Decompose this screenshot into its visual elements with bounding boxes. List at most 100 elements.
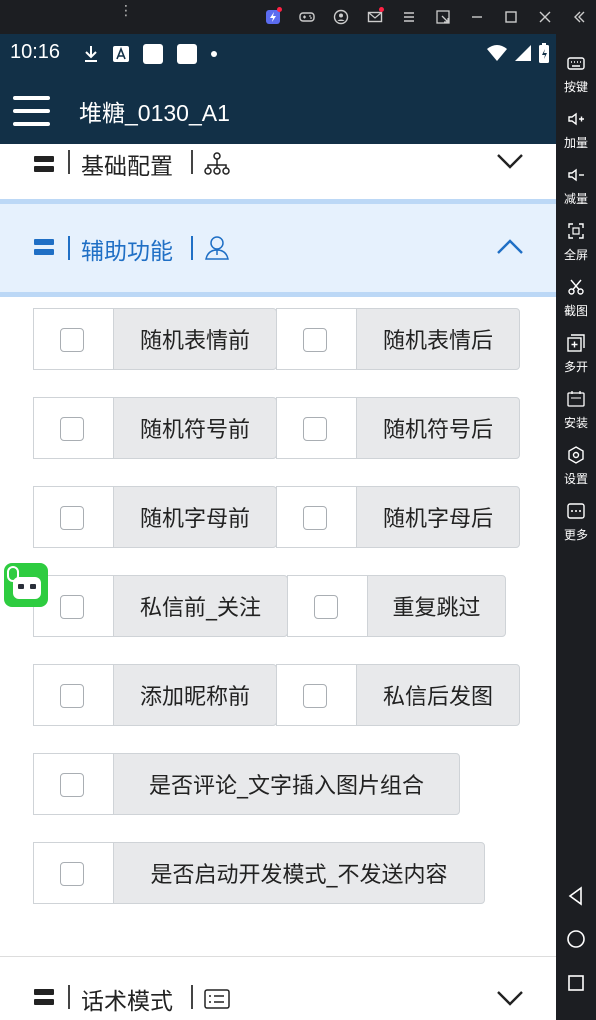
section-basic-config[interactable]: 基础配置 [0, 144, 556, 196]
floating-bot-icon[interactable] [4, 563, 48, 607]
app-title: 堆糖_0130_A1 [79, 100, 230, 126]
account-icon[interactable] [324, 0, 358, 34]
checkbox[interactable] [314, 595, 338, 619]
volume-down-button[interactable]: 减量 [556, 160, 596, 216]
gear-icon [568, 446, 584, 464]
checkbox[interactable] [60, 328, 84, 352]
menu-icon[interactable] [13, 96, 50, 126]
volume-up-icon [568, 112, 584, 126]
volume-up-button[interactable]: 加量 [556, 104, 596, 160]
checkbox[interactable] [60, 595, 84, 619]
app-bar: 堆糖_0130_A1 [0, 72, 556, 144]
settings-button[interactable]: 设置 [556, 440, 596, 496]
install-apk-button[interactable]: 安装 [556, 384, 596, 440]
close-icon[interactable] [528, 0, 562, 34]
section-assist[interactable]: 辅助功能 [0, 199, 556, 297]
keys-button[interactable]: 按键 [556, 48, 596, 104]
menu-icon[interactable] [392, 0, 426, 34]
screenshot-button[interactable]: 截图 [556, 272, 596, 328]
status-bar: 10:16 [0, 34, 556, 72]
fullscreen-icon [568, 223, 584, 239]
minimize-icon[interactable] [460, 0, 494, 34]
gamepad-icon[interactable] [290, 0, 324, 34]
option-row: 随机符号前 随机符号后 [33, 397, 520, 459]
option-label: 添加昵称前 [113, 664, 277, 726]
scissors-icon [568, 279, 584, 295]
multi-window-icon [567, 334, 585, 352]
option-row: 是否评论_文字插入图片组合 [33, 753, 460, 815]
checkbox-cell [287, 575, 369, 637]
option-label: 是否评论_文字插入图片组合 [113, 753, 460, 815]
checkbox-cell [33, 308, 115, 370]
more-icon [567, 503, 585, 519]
checkbox[interactable] [60, 862, 84, 886]
section-script-mode[interactable]: 话术模式 [0, 956, 556, 1020]
checkbox-cell [33, 486, 115, 548]
option-label: 私信后发图 [356, 664, 520, 726]
option-label: 是否启动开发模式_不发送内容 [113, 842, 485, 904]
checkbox-cell [276, 397, 358, 459]
section-title: 辅助功能 [81, 239, 173, 265]
checkbox-cell [276, 486, 358, 548]
checkbox-cell [276, 664, 358, 726]
option-label: 随机符号前 [113, 397, 277, 459]
download-icon [85, 46, 97, 62]
option-label: 随机字母后 [356, 486, 520, 548]
checkbox-cell [33, 397, 115, 459]
drag-handle-icon [34, 989, 54, 1005]
recents-icon[interactable] [566, 973, 586, 993]
emulator-sidebar: 按键 加量 减量 全屏 截图 多开 安装 设置 更多 [556, 34, 596, 1020]
font-icon [113, 46, 129, 62]
home-icon[interactable] [566, 929, 586, 949]
checkbox-cell [33, 753, 115, 815]
checkbox[interactable] [60, 684, 84, 708]
checkbox[interactable] [60, 506, 84, 530]
chevron-down-icon[interactable] [496, 152, 524, 170]
option-label: 随机表情前 [113, 308, 277, 370]
option-label: 随机表情后 [356, 308, 520, 370]
drag-handle-icon [34, 156, 54, 172]
back-icon[interactable] [566, 886, 586, 906]
apk-icon [567, 391, 585, 407]
multi-instance-button[interactable]: 多开 [556, 328, 596, 384]
status-time: 10:16 [10, 41, 61, 63]
checkbox[interactable] [303, 684, 327, 708]
checkbox[interactable] [303, 328, 327, 352]
section-title: 话术模式 [81, 989, 173, 1015]
option-label: 私信前_关注 [113, 575, 288, 637]
checkbox[interactable] [303, 506, 327, 530]
option-row: 随机表情前 随机表情后 [33, 308, 520, 370]
maximize-icon[interactable] [494, 0, 528, 34]
phone-screen: 10:16 堆糖_0130_A1 基础配置 辅助功能 随机表情前 随机表情后 随… [0, 34, 556, 1020]
more-vertical-icon[interactable]: ⋮ [119, 4, 133, 26]
option-label: 随机字母前 [113, 486, 277, 548]
mail-icon[interactable] [358, 0, 392, 34]
checkbox-cell [33, 664, 115, 726]
option-row: 私信前_关注 重复跳过 [33, 575, 506, 637]
option-label: 随机符号后 [356, 397, 520, 459]
notification-square-icon [143, 44, 163, 64]
checkbox[interactable] [60, 417, 84, 441]
resize-icon[interactable] [426, 0, 460, 34]
notification-square-icon-2 [177, 44, 197, 64]
fullscreen-button[interactable]: 全屏 [556, 216, 596, 272]
option-label: 重复跳过 [367, 575, 506, 637]
section-title: 基础配置 [81, 154, 173, 180]
chevron-up-icon[interactable] [496, 238, 524, 256]
app-icon[interactable] [256, 0, 290, 34]
checkbox[interactable] [60, 773, 84, 797]
volume-down-icon [568, 168, 584, 182]
keyboard-icon [567, 57, 585, 70]
option-row: 是否启动开发模式_不发送内容 [33, 842, 485, 904]
user-icon [205, 236, 229, 260]
hierarchy-icon [204, 152, 230, 175]
battery-icon [539, 43, 549, 63]
list-card-icon [204, 989, 230, 1009]
collapse-sidebar-icon[interactable] [562, 0, 596, 34]
option-row: 添加昵称前 私信后发图 [33, 664, 520, 726]
more-button[interactable]: 更多 [556, 496, 596, 552]
drag-handle-icon [34, 239, 54, 255]
option-row: 随机字母前 随机字母后 [33, 486, 520, 548]
chevron-down-icon[interactable] [496, 989, 524, 1007]
checkbox[interactable] [303, 417, 327, 441]
